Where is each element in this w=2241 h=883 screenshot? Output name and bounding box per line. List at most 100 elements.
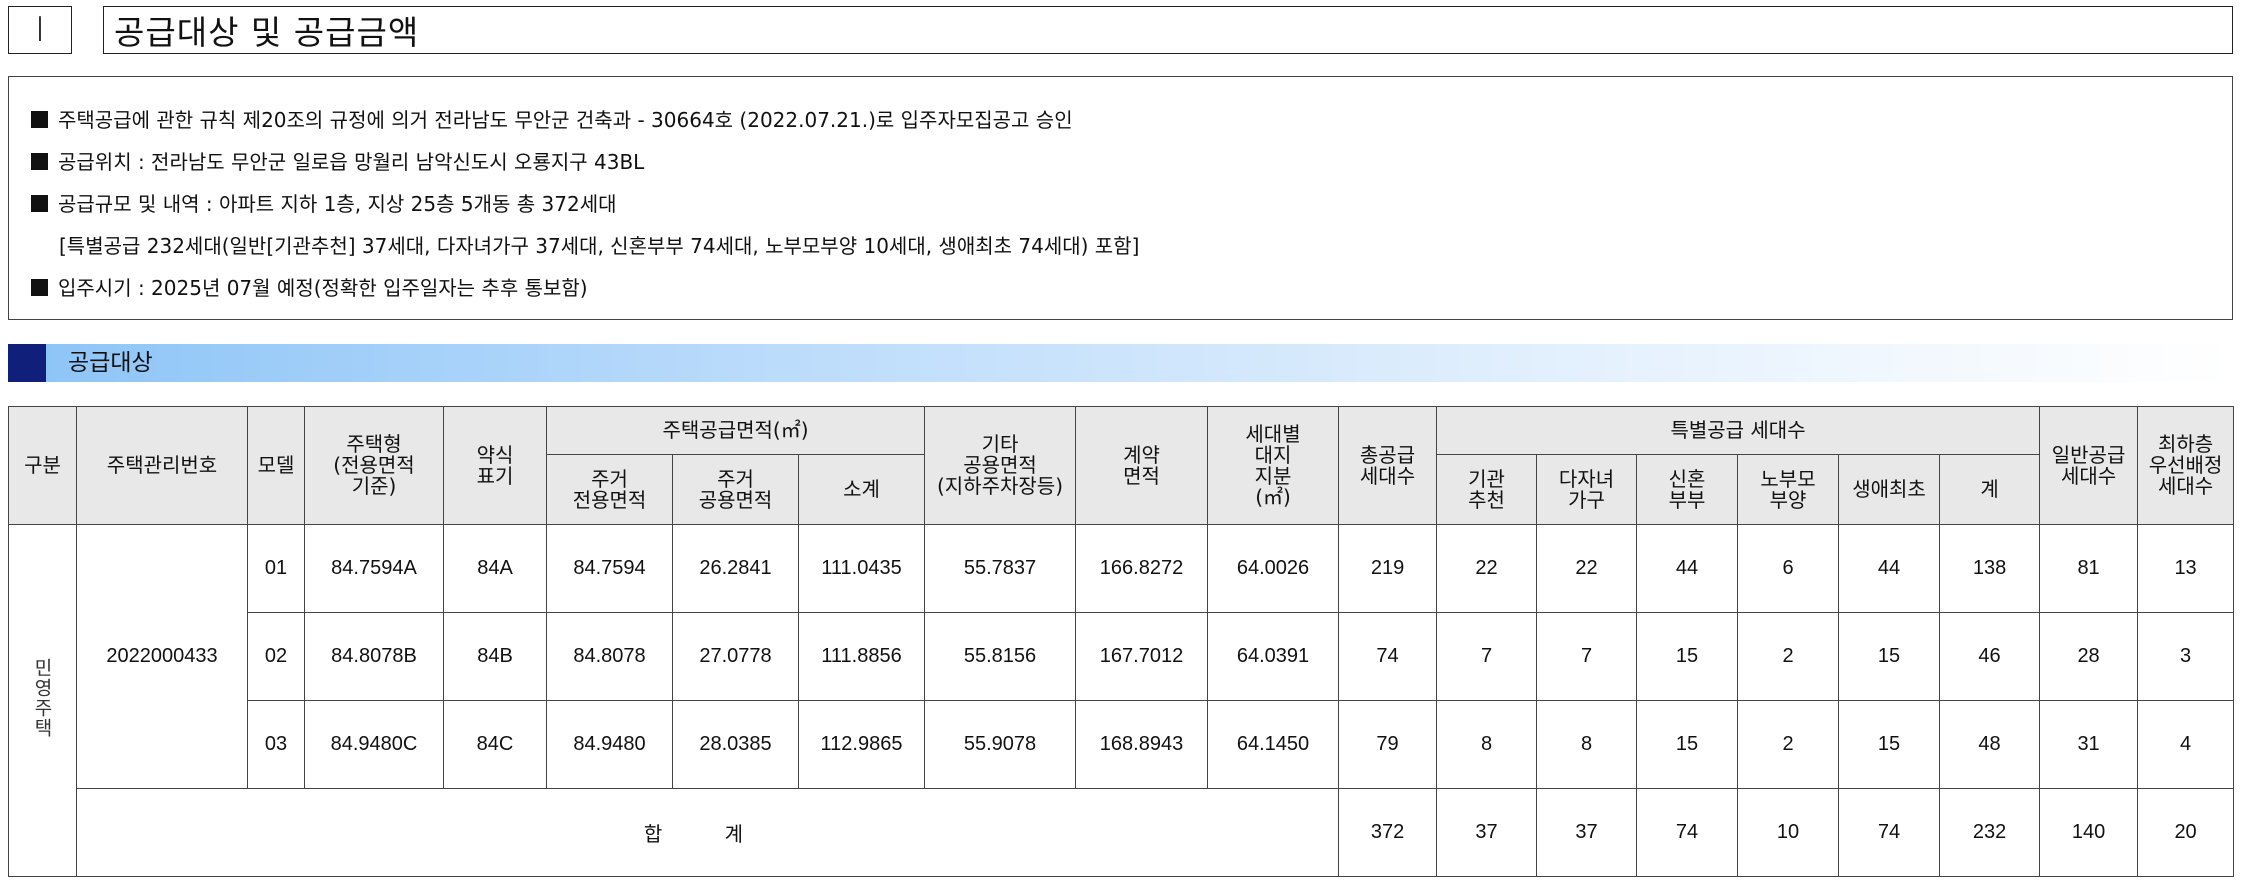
- cell-first: 15: [1838, 700, 1941, 789]
- cell-lowest: 13: [2137, 524, 2235, 613]
- header-general: 일반공급 세대수: [2039, 406, 2139, 525]
- table-row: 03 84.9480C 84C 84.9480 28.0385 112.9865…: [9, 700, 2235, 789]
- cell-inst: 8: [1436, 700, 1538, 789]
- subsection-title: 공급대상: [68, 350, 153, 376]
- cell-newlywed: 15: [1636, 612, 1739, 701]
- square-bullet-icon: [31, 195, 48, 212]
- cell-general: 31: [2039, 700, 2139, 789]
- cell-multi: 7: [1536, 612, 1638, 701]
- total-cell-lowest: 20: [2137, 788, 2235, 877]
- info-line-special-supply: [특별공급 232세대(일반[기관추천] 37세대, 다자녀가구 37세대, 신…: [59, 234, 1140, 258]
- housing-no-cell: 2022000433: [76, 524, 248, 789]
- cell-common: 26.2841: [672, 524, 799, 613]
- subsection-header: 공급대상: [8, 344, 2233, 382]
- total-row: 합 계 372 37 37 74 10 74 232 140 20: [9, 788, 2235, 877]
- cell-excl: 84.7594: [546, 524, 673, 613]
- header-inst: 기관 추천: [1436, 454, 1538, 525]
- table-row: 02 84.8078B 84B 84.8078 27.0778 111.8856…: [9, 612, 2235, 701]
- cell-contract: 167.7012: [1075, 612, 1209, 701]
- cell-sub: 111.8856: [797, 612, 926, 701]
- cell-total: 74: [1338, 612, 1438, 701]
- cell-lowest: 4: [2137, 700, 2235, 789]
- total-cell-multi: 37: [1536, 788, 1638, 877]
- cell-general: 28: [2039, 612, 2139, 701]
- cell-lowest: 3: [2137, 612, 2235, 701]
- cell-other: 55.7837: [924, 524, 1077, 613]
- cell-sp-total: 48: [1939, 700, 2041, 789]
- cell-multi: 8: [1536, 700, 1638, 789]
- header-model: 모델: [247, 406, 305, 525]
- category-cell: 민영주택: [8, 524, 77, 877]
- cell-inst: 22: [1436, 524, 1538, 613]
- cell-general: 81: [2039, 524, 2139, 613]
- header-total-supply: 총공급 세대수: [1338, 406, 1438, 525]
- total-cell-elderly: 10: [1737, 788, 1840, 877]
- cell-type: 84.9480C: [304, 700, 444, 789]
- cell-abbr: 84B: [443, 612, 547, 701]
- cell-land: 64.0026: [1207, 524, 1340, 613]
- info-line-approval: 주택공급에 관한 규칙 제20조의 규정에 의거 전라남도 무안군 건축과 - …: [31, 99, 2232, 141]
- section-title: 공급대상 및 공급금액: [103, 6, 2233, 54]
- info-line-location: 공급위치 : 전라남도 무안군 일로읍 망월리 남악신도시 오룡지구 43BL: [31, 141, 2232, 183]
- total-cell-general: 140: [2039, 788, 2139, 877]
- total-cell-first: 74: [1838, 788, 1941, 877]
- cell-common: 28.0385: [672, 700, 799, 789]
- header-abbr: 약식 표기: [443, 406, 547, 525]
- header-excl-area: 주거 전용면적: [546, 454, 673, 525]
- cell-common: 27.0778: [672, 612, 799, 701]
- cell-contract: 166.8272: [1075, 524, 1209, 613]
- total-cell-sp-total: 232: [1939, 788, 2041, 877]
- total-cell-total: 372: [1338, 788, 1438, 877]
- info-line-move-in: 입주시기 : 2025년 07월 예정(정확한 입주일자는 추후 통보함): [31, 267, 2232, 309]
- announcement-info-box: 주택공급에 관한 규칙 제20조의 규정에 의거 전라남도 무안군 건축과 - …: [8, 76, 2233, 320]
- cell-elderly: 2: [1737, 612, 1840, 701]
- header-type: 주택형 (전용면적 기준): [304, 406, 444, 525]
- total-label: 합 계: [75, 788, 1340, 877]
- square-bullet-icon: [31, 279, 48, 296]
- table-row: 민영주택 2022000433 01 84.7594A 84A 84.7594 …: [8, 524, 2235, 877]
- cell-abbr: 84C: [443, 700, 547, 789]
- cell-total: 79: [1338, 700, 1438, 789]
- cell-sub: 112.9865: [797, 700, 926, 789]
- cell-newlywed: 44: [1636, 524, 1739, 613]
- header-special-group: 특별공급 세대수: [1436, 406, 2041, 455]
- total-cell-newlywed: 74: [1636, 788, 1739, 877]
- cell-type: 84.8078B: [304, 612, 444, 701]
- cell-sub: 111.0435: [797, 524, 926, 613]
- cell-elderly: 2: [1737, 700, 1840, 789]
- header-subtotal: 소계: [797, 454, 926, 525]
- cell-model: 02: [247, 612, 305, 701]
- cell-sp-total: 138: [1939, 524, 2041, 613]
- total-cell-inst: 37: [1436, 788, 1538, 877]
- header-land-share: 세대별 대지 지분 (㎡): [1207, 406, 1340, 525]
- header-contract-area: 계약 면적: [1075, 406, 1209, 525]
- cell-newlywed: 15: [1636, 700, 1739, 789]
- category-label: 민영주택: [31, 658, 53, 738]
- header-housing-no: 주택관리번호: [76, 406, 248, 525]
- subsection-marker: [8, 344, 46, 382]
- header-newlywed: 신혼 부부: [1636, 454, 1739, 525]
- cell-inst: 7: [1436, 612, 1538, 701]
- header-multi: 다자녀 가구: [1536, 454, 1638, 525]
- cell-first: 15: [1838, 612, 1941, 701]
- header-sp-total: 계: [1939, 454, 2041, 525]
- cell-model: 03: [247, 700, 305, 789]
- cell-first: 44: [1838, 524, 1941, 613]
- cell-excl: 84.9480: [546, 700, 673, 789]
- cell-model: 01: [247, 524, 305, 613]
- cell-contract: 168.8943: [1075, 700, 1209, 789]
- cell-multi: 22: [1536, 524, 1638, 613]
- square-bullet-icon: [31, 153, 48, 170]
- header-elderly: 노부모 부양: [1737, 454, 1840, 525]
- cell-type: 84.7594A: [304, 524, 444, 613]
- header-common-area: 주거 공용면적: [672, 454, 799, 525]
- square-bullet-icon: [31, 111, 48, 128]
- cell-land: 64.0391: [1207, 612, 1340, 701]
- supply-table: 구분 주택관리번호 모델 주택형 (전용면적 기준) 약식 표기 주택공급면적(…: [8, 406, 2235, 877]
- cell-land: 64.1450: [1207, 700, 1340, 789]
- cell-other: 55.9078: [924, 700, 1077, 789]
- header-area-group: 주택공급면적(㎡): [545, 406, 926, 455]
- section-number: Ⅰ: [8, 6, 72, 54]
- info-line-scale: 공급규모 및 내역 : 아파트 지하 1층, 지상 25층 5개동 총 372세…: [31, 183, 2232, 225]
- cell-excl: 84.8078: [546, 612, 673, 701]
